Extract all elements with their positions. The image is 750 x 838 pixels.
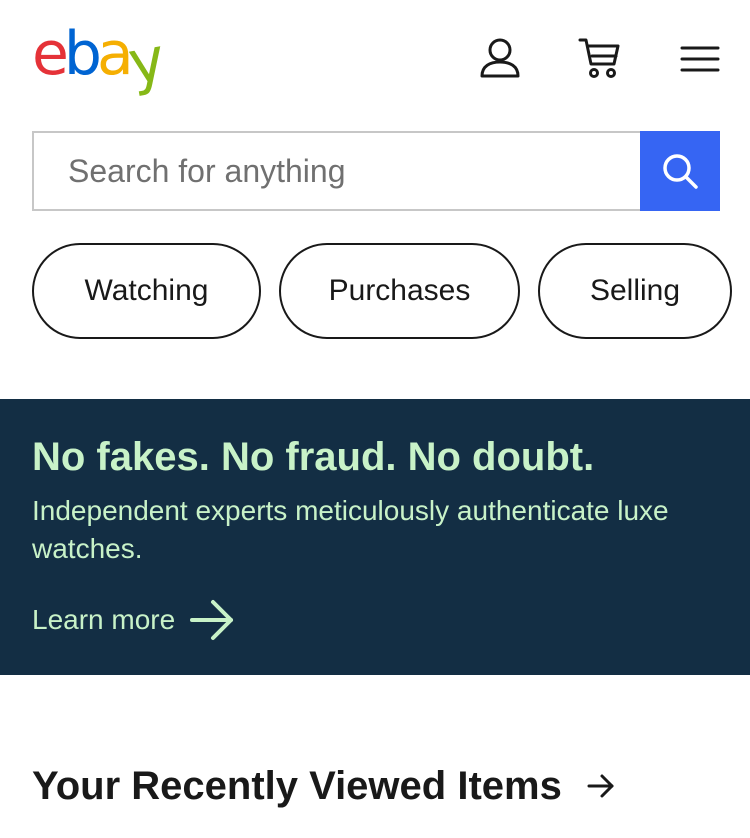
recently-viewed-title: Your Recently Viewed Items <box>32 763 562 808</box>
logo-letter-y: y <box>122 24 166 100</box>
ebay-home-page: ebay Search for anything Watching Purcha… <box>0 0 750 838</box>
search-bar <box>32 131 720 211</box>
search-icon <box>663 154 698 189</box>
ebay-logo[interactable]: ebay <box>32 19 165 99</box>
recently-viewed-header[interactable]: Your Recently Viewed Items <box>32 760 616 812</box>
arrow-right-icon <box>190 600 234 640</box>
logo-letter-e: e <box>32 19 69 89</box>
cart-icon[interactable] <box>578 36 622 80</box>
learn-more-label: Learn more <box>32 604 176 635</box>
arrow-right-icon <box>587 774 614 798</box>
banner-title: No fakes. No fraud. No doubt. <box>32 435 595 479</box>
selling-button[interactable]: Selling <box>538 243 732 339</box>
search-input[interactable] <box>32 131 640 211</box>
top-header: ebay <box>0 0 750 118</box>
logo-letter-b: b <box>63 19 102 89</box>
purchases-button[interactable]: Purchases <box>279 243 520 339</box>
search-button[interactable] <box>640 131 720 211</box>
watching-button[interactable]: Watching <box>32 243 261 339</box>
hamburger-menu-icon[interactable] <box>678 36 722 80</box>
learn-more-link[interactable]: Learn more <box>32 598 235 642</box>
user-icon[interactable] <box>478 36 522 80</box>
banner-text: Independent experts meticulously authent… <box>32 495 669 564</box>
